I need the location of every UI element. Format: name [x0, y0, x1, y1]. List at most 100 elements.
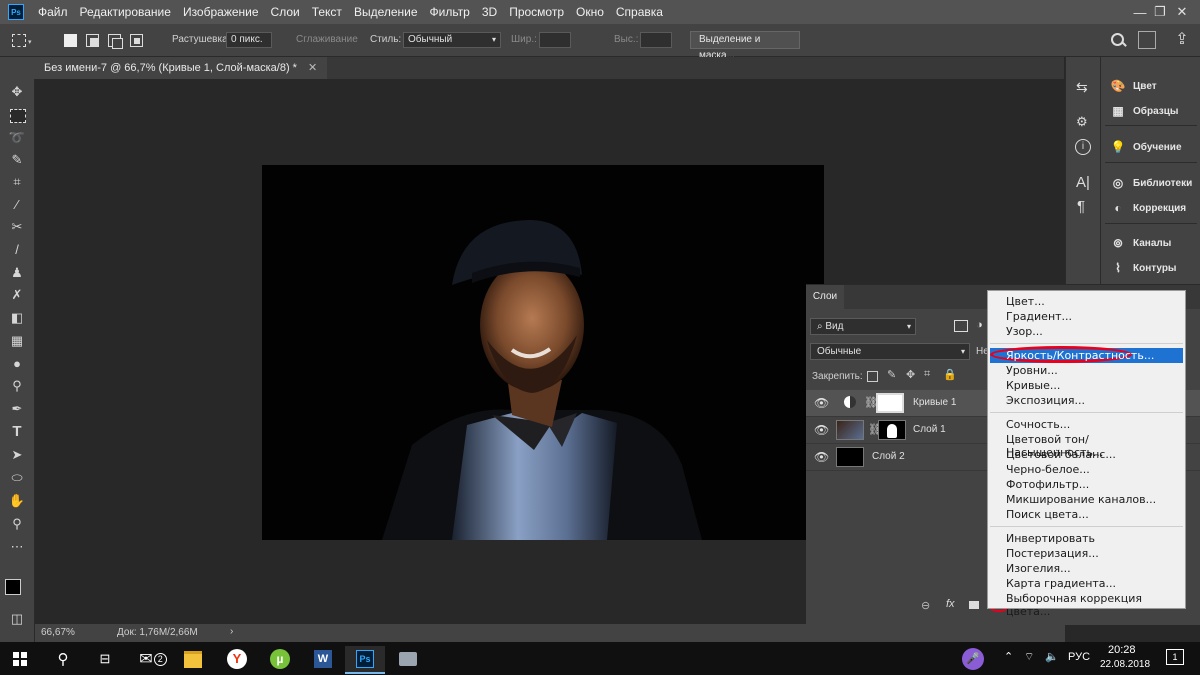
canvas-image[interactable]	[262, 165, 824, 540]
visibility-eye-icon[interactable]: 👁	[814, 396, 829, 410]
menu-window[interactable]: Окно	[570, 5, 610, 19]
menu-layers[interactable]: Слои	[265, 5, 306, 19]
history-brush-tool-icon[interactable]: ✗	[8, 286, 26, 304]
subtract-selection-icon[interactable]	[108, 34, 123, 49]
paths-panel-tab[interactable]: ⌇ Контуры	[1109, 258, 1176, 278]
eraser-tool-icon[interactable]: ◧	[8, 309, 26, 327]
layer-thumbnail[interactable]	[836, 447, 864, 467]
menu-item-color-lookup[interactable]: Поиск цвета...	[1006, 508, 1089, 521]
menu-type[interactable]: Текст	[306, 5, 348, 19]
filter-adjustment-icon[interactable]: ◑	[976, 319, 983, 331]
menu-help[interactable]: Справка	[610, 5, 669, 19]
mail-icon[interactable]: ✉ 2	[133, 646, 173, 672]
clock-time[interactable]: 20:28	[1108, 644, 1136, 656]
language-indicator[interactable]: РУС	[1068, 651, 1090, 663]
link-layers-icon[interactable]: ⊖	[921, 599, 930, 612]
ellipse-tool-icon[interactable]: ⬭	[8, 469, 26, 487]
blend-mode-select[interactable]: Обычные ▾	[810, 343, 970, 360]
volume-icon[interactable]: 🔈	[1045, 650, 1059, 663]
marquee-preset-icon[interactable]: ▾	[8, 31, 34, 49]
menu-item-black-white[interactable]: Черно-белое...	[1006, 463, 1090, 476]
libraries-panel-tab[interactable]: ◎ Библиотеки	[1109, 173, 1192, 193]
zoom-level[interactable]: 66,67%	[41, 627, 75, 638]
menu-image[interactable]: Изображение	[177, 5, 265, 19]
swatches-panel-tab[interactable]: ▦ Образцы	[1109, 101, 1178, 121]
lock-artboard-icon[interactable]: ⌗	[924, 368, 930, 381]
character-icon[interactable]: A|	[1076, 174, 1090, 191]
share-icon[interactable]: ⇪	[1172, 30, 1192, 50]
info-icon[interactable]: i	[1075, 139, 1091, 155]
close-button[interactable]: ✕	[1162, 0, 1200, 24]
style-select[interactable]: Обычный ▾	[403, 32, 501, 48]
menu-select[interactable]: Выделение	[348, 5, 424, 19]
properties-icon[interactable]: ⚙	[1076, 114, 1088, 130]
menu-edit[interactable]: Редактирование	[74, 5, 177, 19]
menu-item-gradient-map[interactable]: Карта градиента...	[1006, 577, 1116, 590]
brush-tool-icon[interactable]: /	[8, 241, 26, 259]
menu-item-channel-mixer[interactable]: Микширование каналов...	[1006, 493, 1156, 506]
learn-panel-tab[interactable]: 💡 Обучение	[1109, 137, 1182, 157]
menu-item-threshold[interactable]: Изогелия...	[1006, 562, 1071, 575]
menu-view[interactable]: Просмотр	[503, 5, 570, 19]
layer-name[interactable]: Слой 2	[872, 451, 905, 462]
status-menu-arrow-icon[interactable]: ›	[230, 626, 233, 637]
menu-file[interactable]: Файл	[32, 5, 74, 19]
pen-tool-icon[interactable]: ✒	[8, 400, 26, 418]
menu-item-vibrance[interactable]: Сочность...	[1006, 418, 1070, 431]
menu-item-color-balance[interactable]: Цветовой баланс...	[1006, 448, 1116, 461]
menu-item-posterize[interactable]: Постеризация...	[1006, 547, 1099, 560]
quick-select-tool-icon[interactable]: ✎	[8, 151, 26, 169]
menu-item-gradient[interactable]: Градиент...	[1006, 310, 1072, 323]
height-input[interactable]	[640, 32, 672, 48]
path-select-tool-icon[interactable]: ➤	[8, 446, 26, 464]
move-tool-icon[interactable]: ✥	[8, 83, 26, 101]
menu-item-photo-filter[interactable]: Фотофильтр...	[1006, 478, 1089, 491]
document-tab[interactable]: Без имени-7 @ 66,7% (Кривые 1, Слой-маск…	[34, 57, 328, 79]
visibility-eye-icon[interactable]: 👁	[814, 450, 829, 464]
lasso-tool-icon[interactable]: ➰	[8, 129, 26, 147]
paragraph-icon[interactable]: ¶	[1077, 198, 1085, 215]
width-input[interactable]	[539, 32, 571, 48]
add-selection-icon[interactable]	[86, 34, 99, 47]
close-tab-icon[interactable]: ✕	[308, 62, 317, 74]
layer-name[interactable]: Кривые 1	[913, 397, 956, 408]
task-view-icon[interactable]: ⊟	[85, 646, 125, 672]
network-icon[interactable]: ⌔	[1024, 650, 1034, 664]
lock-paint-icon[interactable]: ✎	[887, 368, 896, 381]
scanner-app-icon[interactable]	[388, 646, 428, 672]
layers-tab[interactable]: Слои	[806, 285, 844, 309]
healing-tool-icon[interactable]: ✂	[8, 218, 26, 236]
type-tool-icon[interactable]: T	[8, 423, 26, 441]
menu-item-curves[interactable]: Кривые...	[1006, 379, 1060, 392]
lock-all-icon[interactable]: 🔒	[943, 368, 957, 381]
menu-3d[interactable]: 3D	[476, 5, 503, 19]
channels-panel-tab[interactable]: ⊚ Каналы	[1109, 233, 1171, 253]
visibility-eye-icon[interactable]: 👁	[814, 423, 829, 437]
workspace-icon[interactable]	[1138, 31, 1156, 49]
quick-mask-icon[interactable]: ◫	[8, 610, 26, 628]
blur-tool-icon[interactable]: ●	[8, 355, 26, 373]
history-icon[interactable]: ⇆	[1076, 79, 1088, 96]
stamp-tool-icon[interactable]: ♟	[8, 264, 26, 282]
windows-start-icon[interactable]	[0, 646, 40, 672]
eyedropper-tool-icon[interactable]: ⁄	[8, 196, 26, 214]
menu-item-selective-color[interactable]: Выборочная коррекция цвета...	[1006, 592, 1185, 618]
search-icon[interactable]	[1110, 32, 1127, 48]
photoshop-taskbar-icon[interactable]: Ps	[345, 646, 385, 674]
clock-date[interactable]: 22.08.2018	[1100, 659, 1150, 670]
lock-position-icon[interactable]: ✥	[906, 368, 915, 381]
layer-name[interactable]: Слой 1	[913, 424, 946, 435]
menu-item-invert[interactable]: Инвертировать	[1006, 532, 1095, 545]
filter-pixel-icon[interactable]	[954, 320, 968, 332]
search-icon[interactable]: ⚲	[43, 646, 83, 672]
menu-item-pattern[interactable]: Узор...	[1006, 325, 1043, 338]
dodge-tool-icon[interactable]: ⚲	[8, 377, 26, 395]
lock-pixels-icon[interactable]	[867, 371, 878, 382]
yandex-browser-icon[interactable]: Y	[217, 646, 257, 672]
utorrent-icon[interactable]: µ	[260, 646, 300, 672]
color-panel-tab[interactable]: 🎨 Цвет	[1109, 76, 1157, 96]
cortana-mic-icon[interactable]: 🎤	[953, 646, 993, 672]
layer-mask-thumbnail[interactable]	[876, 393, 904, 413]
intersect-selection-icon[interactable]	[130, 34, 143, 47]
hand-tool-icon[interactable]: ✋	[8, 492, 26, 510]
